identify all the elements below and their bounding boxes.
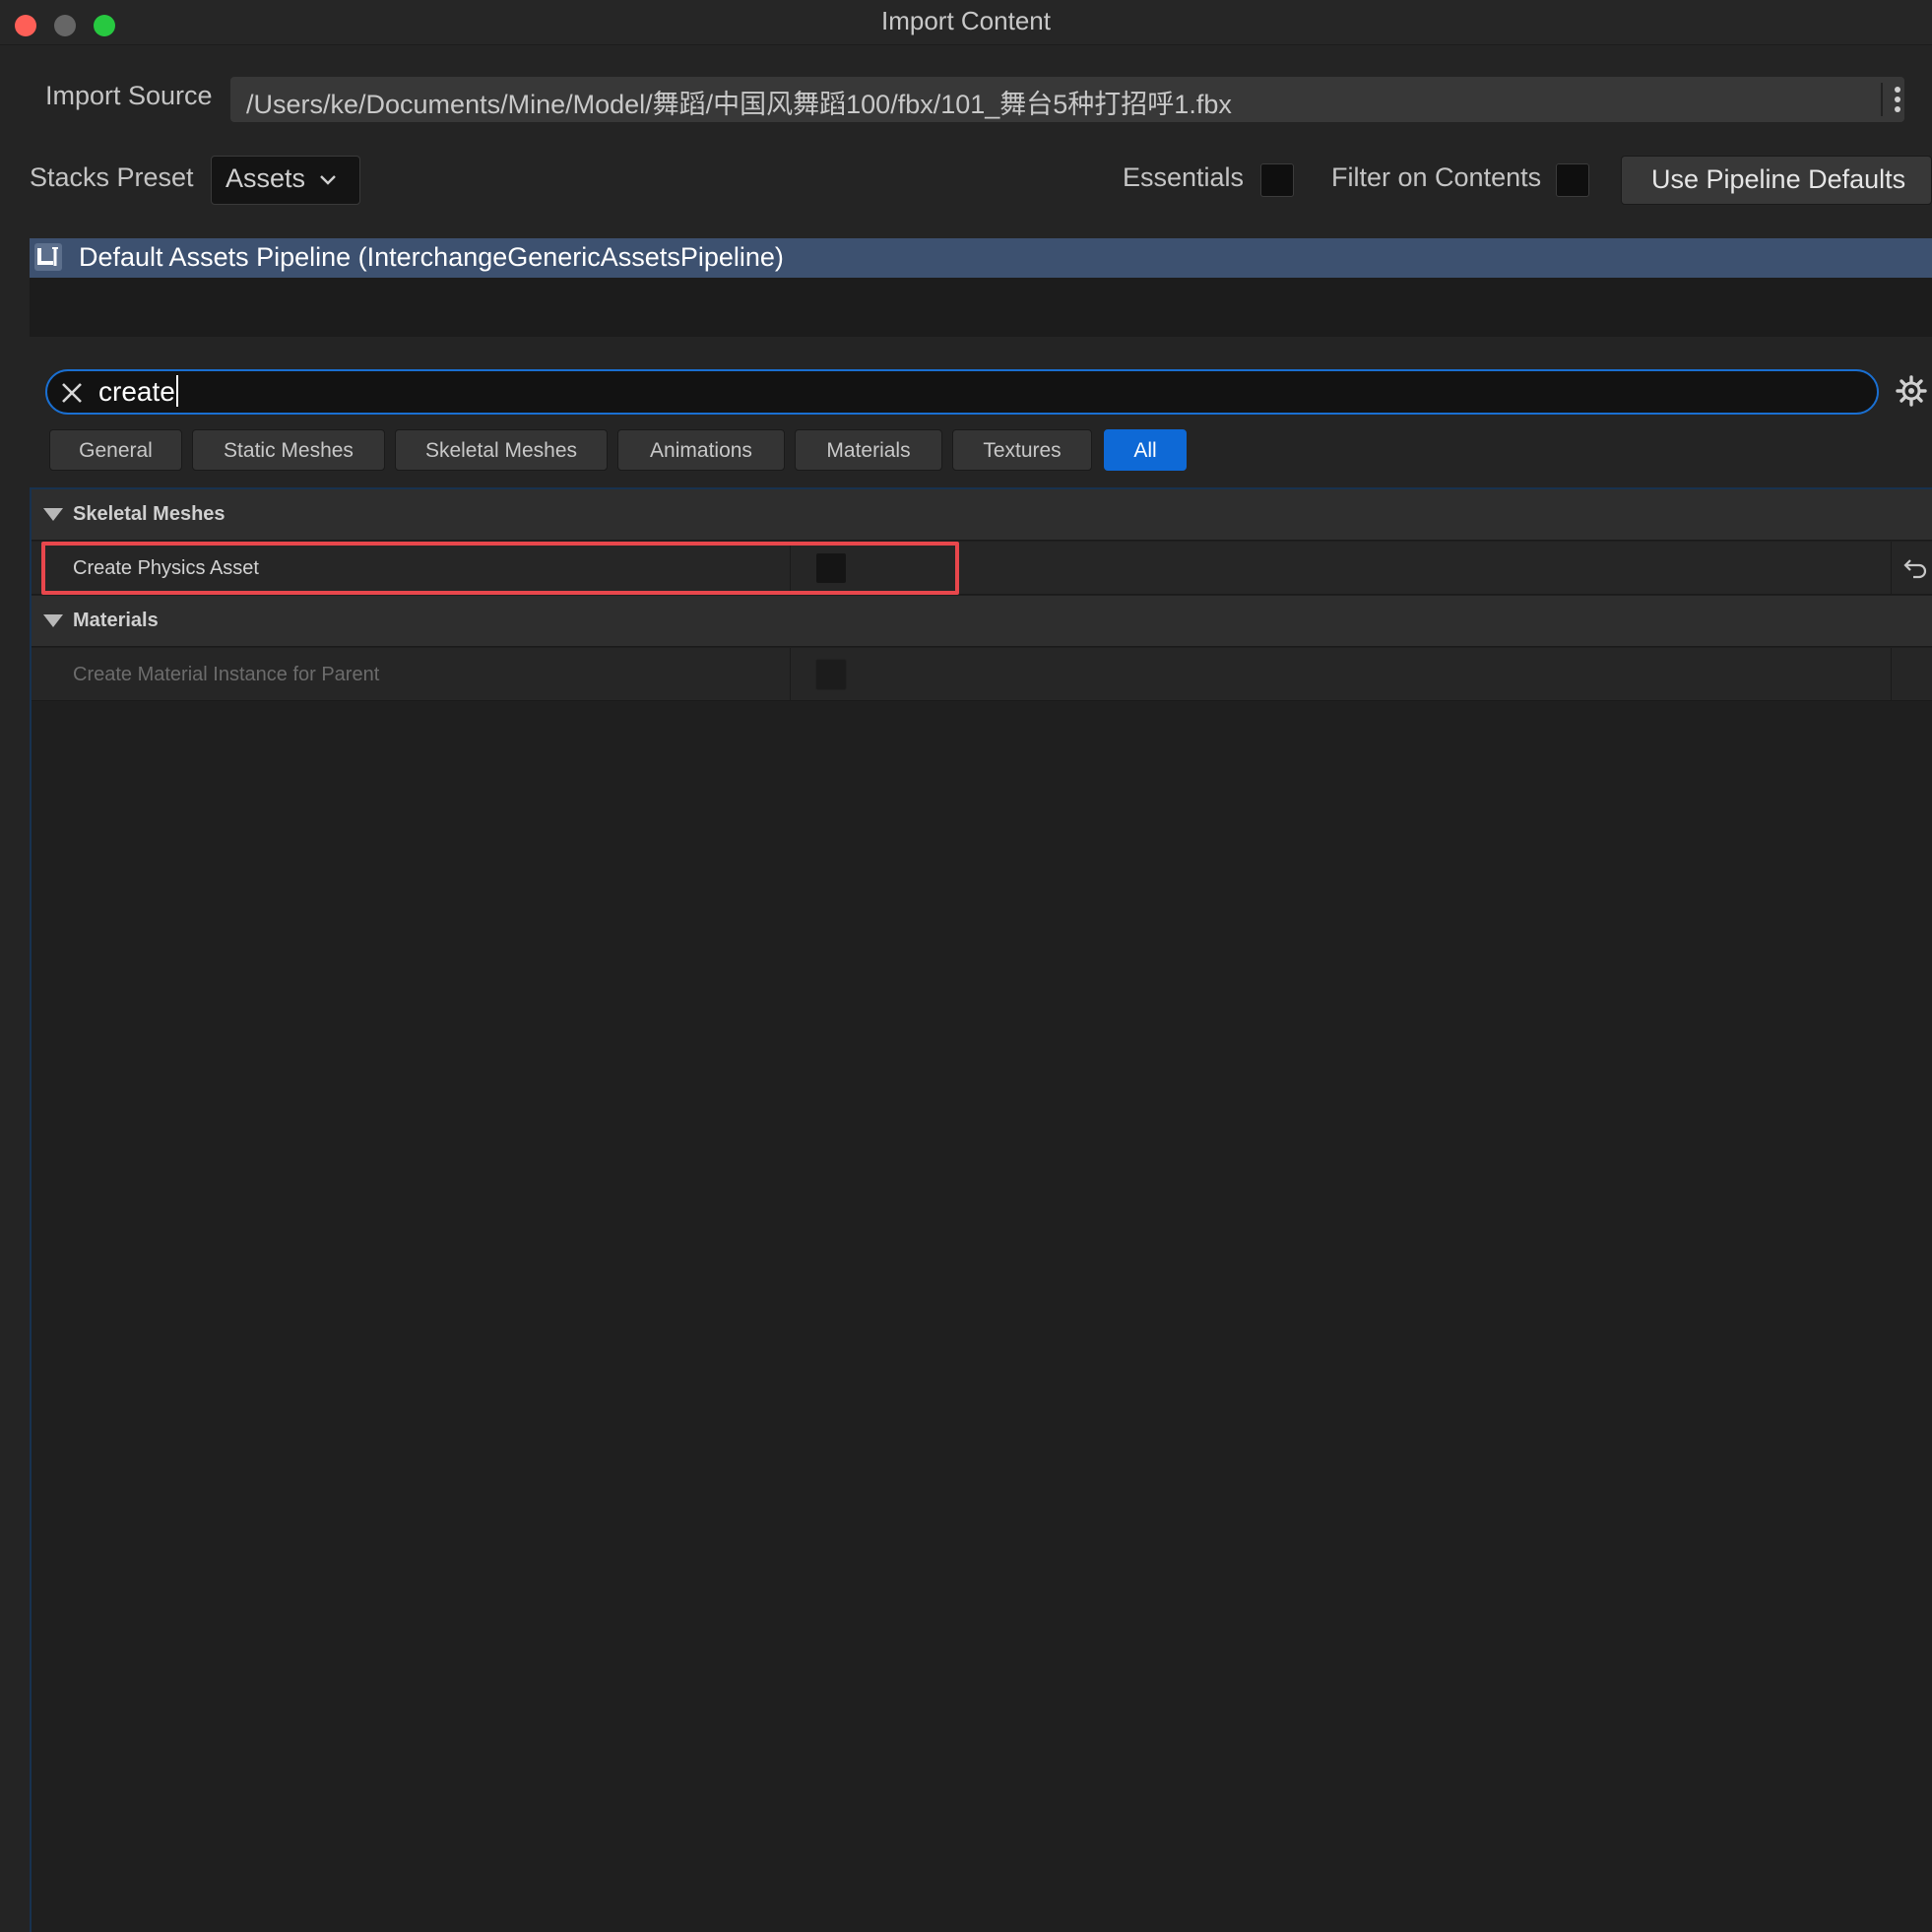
kebab-menu-icon[interactable] <box>1893 85 1902 114</box>
column-divider <box>1891 648 1892 701</box>
filter-on-contents-checkbox[interactable] <box>1556 163 1589 197</box>
divider <box>1881 83 1883 116</box>
category-materials[interactable]: Materials <box>32 596 1932 647</box>
details-panel: Skeletal Meshes Create Physics Asset Mat… <box>30 487 1932 1932</box>
title-bar: Import Content <box>0 0 1932 45</box>
essentials-label: Essentials <box>1123 162 1245 192</box>
column-divider <box>790 648 791 701</box>
import-source-path: /Users/ke/Documents/Mine/Model/舞蹈/中国风舞蹈1… <box>246 90 1232 119</box>
use-pipeline-defaults-button[interactable]: Use Pipeline Defaults <box>1621 156 1932 205</box>
essentials-checkbox[interactable] <box>1260 163 1294 197</box>
import-source-field[interactable]: /Users/ke/Documents/Mine/Model/舞蹈/中国风舞蹈1… <box>230 77 1904 122</box>
property-row-create-physics-asset: Create Physics Asset <box>32 542 1932 595</box>
tab-textures[interactable]: Textures <box>952 429 1092 471</box>
close-icon[interactable] <box>59 380 85 406</box>
stacks-preset-dropdown[interactable]: Assets <box>211 156 360 205</box>
search-query: create <box>98 375 178 408</box>
tab-general[interactable]: General <box>49 429 182 471</box>
property-row-create-material-instance: Create Material Instance for Parent <box>32 648 1932 701</box>
column-divider <box>1891 542 1892 595</box>
reset-arrow-icon[interactable] <box>1902 556 1928 580</box>
search-query-text: create <box>98 376 175 407</box>
stacks-preset-value: Assets <box>225 163 306 193</box>
category-title: Skeletal Meshes <box>73 503 225 525</box>
text-caret <box>175 375 178 407</box>
gear-icon[interactable] <box>1895 374 1928 408</box>
highlight-annotation <box>41 542 959 595</box>
tab-animations[interactable]: Animations <box>617 429 785 471</box>
triangle-down-icon[interactable] <box>43 508 63 521</box>
unreal-logo-icon <box>34 243 62 271</box>
filter-on-contents-label: Filter on Contents <box>1331 162 1542 192</box>
tab-all[interactable]: All <box>1104 429 1187 471</box>
category-skeletal-meshes[interactable]: Skeletal Meshes <box>32 489 1932 541</box>
property-name: Create Material Instance for Parent <box>73 664 380 685</box>
tab-static-meshes[interactable]: Static Meshes <box>192 429 385 471</box>
pipeline-body <box>30 278 1932 337</box>
search-input[interactable]: create <box>45 369 1879 415</box>
create-material-instance-checkbox[interactable] <box>815 659 847 690</box>
window-title: Import Content <box>881 6 1051 35</box>
import-dialog: Import Source /Users/ke/Documents/Mine/M… <box>0 45 1932 1932</box>
stacks-preset-label: Stacks Preset <box>30 162 194 192</box>
category-title: Materials <box>73 610 159 631</box>
import-source-label: Import Source <box>45 81 213 110</box>
triangle-down-icon[interactable] <box>43 614 63 627</box>
tab-skeletal-meshes[interactable]: Skeletal Meshes <box>395 429 608 471</box>
pipeline-header[interactable]: Default Assets Pipeline (InterchangeGene… <box>30 238 1932 278</box>
tab-materials[interactable]: Materials <box>795 429 942 471</box>
chevron-down-icon <box>320 175 336 185</box>
pipeline-title: Default Assets Pipeline (InterchangeGene… <box>79 242 784 272</box>
